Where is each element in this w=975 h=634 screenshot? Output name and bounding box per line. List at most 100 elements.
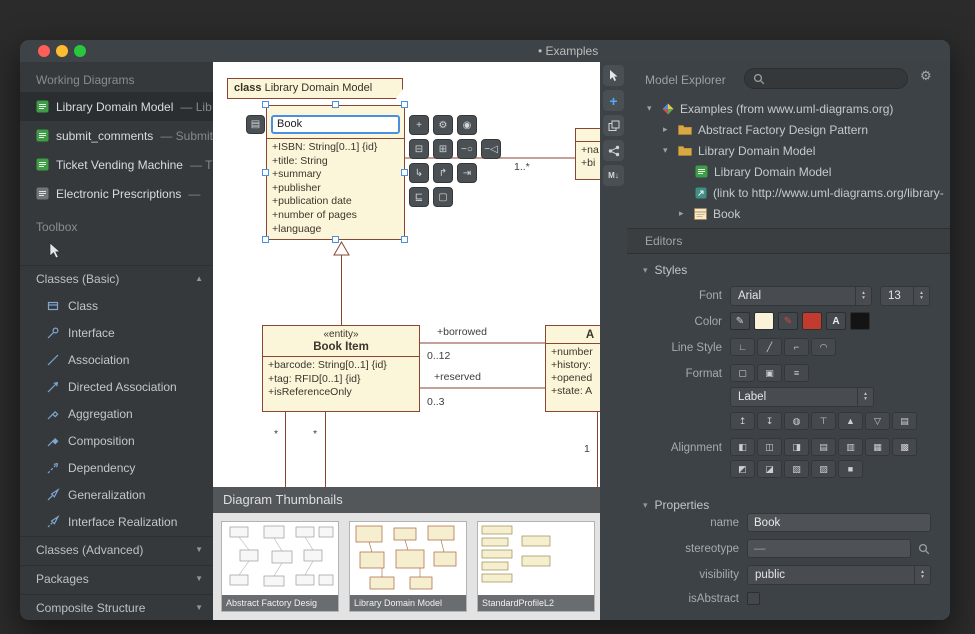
align-button[interactable]: ▧ [784,460,809,478]
quick-action-button[interactable]: ↱ [433,163,453,183]
tree-item-book[interactable]: ▸ Book [627,203,950,224]
format-button[interactable]: ≡ [784,364,809,382]
tool-class[interactable]: Class [20,292,213,319]
tool-directed-association[interactable]: Directed Association [20,373,213,400]
align-button[interactable]: ◪ [757,460,782,478]
name-property-input[interactable] [747,513,931,532]
quick-action-button[interactable]: ⇥ [457,163,477,183]
titlebar[interactable]: • Examples [20,40,950,62]
align-button[interactable]: ▨ [811,460,836,478]
quick-action-button[interactable]: ⊞ [433,139,453,159]
quick-action-button[interactable]: + [409,115,429,135]
pointer-tool-button[interactable] [603,65,624,86]
align-button[interactable]: ◫ [757,438,782,456]
stepper-icon[interactable]: ▴▾ [913,287,929,305]
working-diagram-item[interactable]: Electronic Prescriptions — [20,179,213,208]
align-button[interactable]: ▥ [838,438,863,456]
thumbnail-library-domain-model[interactable]: Library Domain Model [349,521,467,612]
multiplicity-label[interactable]: 0..12 [427,350,450,362]
stepper-icon[interactable]: ▴▾ [914,566,930,584]
selection-handle[interactable] [401,169,408,176]
display-option-button[interactable]: ▤ [892,412,917,430]
tool-generalization[interactable]: Generalization [20,481,213,508]
tool-composition[interactable]: Composition [20,427,213,454]
class-book-item[interactable]: «entity» Book Item +barcode: String[0..1… [262,325,420,412]
tool-aggregation[interactable]: Aggregation [20,400,213,427]
thumbnail-standardprofilel2[interactable]: StandardProfileL2 [477,521,595,612]
display-option-button[interactable]: ⊤ [811,412,836,430]
working-diagram-item[interactable]: Library Domain Model — Lib [20,92,213,121]
quick-edit-button[interactable]: ▤ [246,115,265,134]
selection-handle[interactable] [332,236,339,243]
text-color-button[interactable]: A [826,312,846,330]
align-button[interactable]: ▦ [865,438,890,456]
move-tool-button[interactable]: + [603,90,624,111]
line-style-roundrect-button[interactable]: ⌐ [784,338,809,356]
display-option-button[interactable]: ▲ [838,412,863,430]
multiplicity-label[interactable]: * [313,428,317,440]
selection-handle[interactable] [401,101,408,108]
working-diagram-item[interactable]: submit_comments — Submit [20,121,213,150]
tree-item-library-domain-model-pkg[interactable]: ▾ Library Domain Model [627,140,950,161]
tree-item-library-domain-model-diagram[interactable]: Library Domain Model [627,161,950,182]
selection-handle[interactable] [262,169,269,176]
stepper-icon[interactable]: ▴▾ [857,388,873,406]
multiplicity-label[interactable]: * [274,428,278,440]
font-family-select[interactable]: Arial ▴▾ [730,286,872,306]
line-style-oblique-button[interactable]: ╱ [757,338,782,356]
class-account-partial[interactable]: A +number +history: +opened +state: A [545,325,600,412]
multiplicity-label[interactable]: 1 [584,443,590,455]
minimize-window-button[interactable] [56,45,68,57]
class-author-partial[interactable]: +na +bi [575,128,600,180]
quick-action-button[interactable]: ◉ [457,115,477,135]
line-style-rectilinear-button[interactable]: ∟ [730,338,755,356]
section-packages[interactable]: Packages ▼ [20,565,213,591]
tree-item-examples[interactable]: ▾ Examples (from www.uml-diagrams.org) [627,98,950,119]
properties-section-header[interactable]: ▾ Properties [627,495,950,515]
red-color-swatch[interactable] [802,312,822,330]
styles-section-header[interactable]: ▾ Styles [627,260,950,280]
markdown-button[interactable]: M↓ [603,165,624,186]
selection-handle[interactable] [262,236,269,243]
align-button[interactable]: ▤ [811,438,836,456]
close-window-button[interactable] [38,45,50,57]
section-composite-structure[interactable]: Composite Structure ▼ [20,594,213,620]
font-size-spinner[interactable]: 13 ▴▾ [880,286,930,306]
thumbnail-abstract-factory[interactable]: Abstract Factory Desig [221,521,339,612]
quick-action-button[interactable]: ▢ [433,187,453,207]
selection-handle[interactable] [401,236,408,243]
align-button[interactable]: ▩ [892,438,917,456]
quick-action-button[interactable]: ⊑ [409,187,429,207]
display-option-button[interactable]: ◍ [784,412,809,430]
selection-handle[interactable] [262,101,269,108]
visibility-select[interactable]: public ▴▾ [747,565,931,585]
explorer-settings-button[interactable]: ⚙ [920,68,932,84]
tool-dependency[interactable]: Dependency [20,454,213,481]
search-input[interactable] [770,72,894,86]
align-button[interactable]: ◨ [784,438,809,456]
section-classes-advanced[interactable]: Classes (Advanced) ▼ [20,536,213,562]
stepper-icon[interactable]: ▴▾ [855,287,871,305]
multiplicity-label[interactable]: 0..3 [427,396,445,408]
quick-action-button[interactable]: ⊟ [409,139,429,159]
stereotype-property-input[interactable] [747,539,911,558]
align-button[interactable]: ■ [838,460,863,478]
diagram-frame-label[interactable]: class Library Domain Model [227,78,403,99]
diagrams-overview-button[interactable] [603,115,624,136]
diagram-canvas[interactable]: class Library Domain Model Book +ISBN: S… [213,62,600,487]
search-field[interactable] [744,68,908,89]
zoom-window-button[interactable] [74,45,86,57]
role-label-reserved[interactable]: +reserved [434,371,481,383]
section-classes-basic[interactable]: Classes (Basic) ▲ [20,265,213,291]
fill-color-swatch[interactable] [754,312,774,330]
format-button[interactable]: ▢ [730,364,755,382]
line-style-curve-button[interactable]: ◠ [811,338,836,356]
working-diagram-item[interactable]: Ticket Vending Machine — T [20,150,213,179]
add-interface-button[interactable]: −○ [457,139,477,159]
share-button[interactable] [603,140,624,161]
isabstract-checkbox[interactable] [747,592,760,605]
settings-icon-button[interactable]: ⚙ [433,115,453,135]
tool-interface-realization[interactable]: Interface Realization [20,508,213,535]
tool-association[interactable]: Association [20,346,213,373]
tool-interface[interactable]: Interface [20,319,213,346]
